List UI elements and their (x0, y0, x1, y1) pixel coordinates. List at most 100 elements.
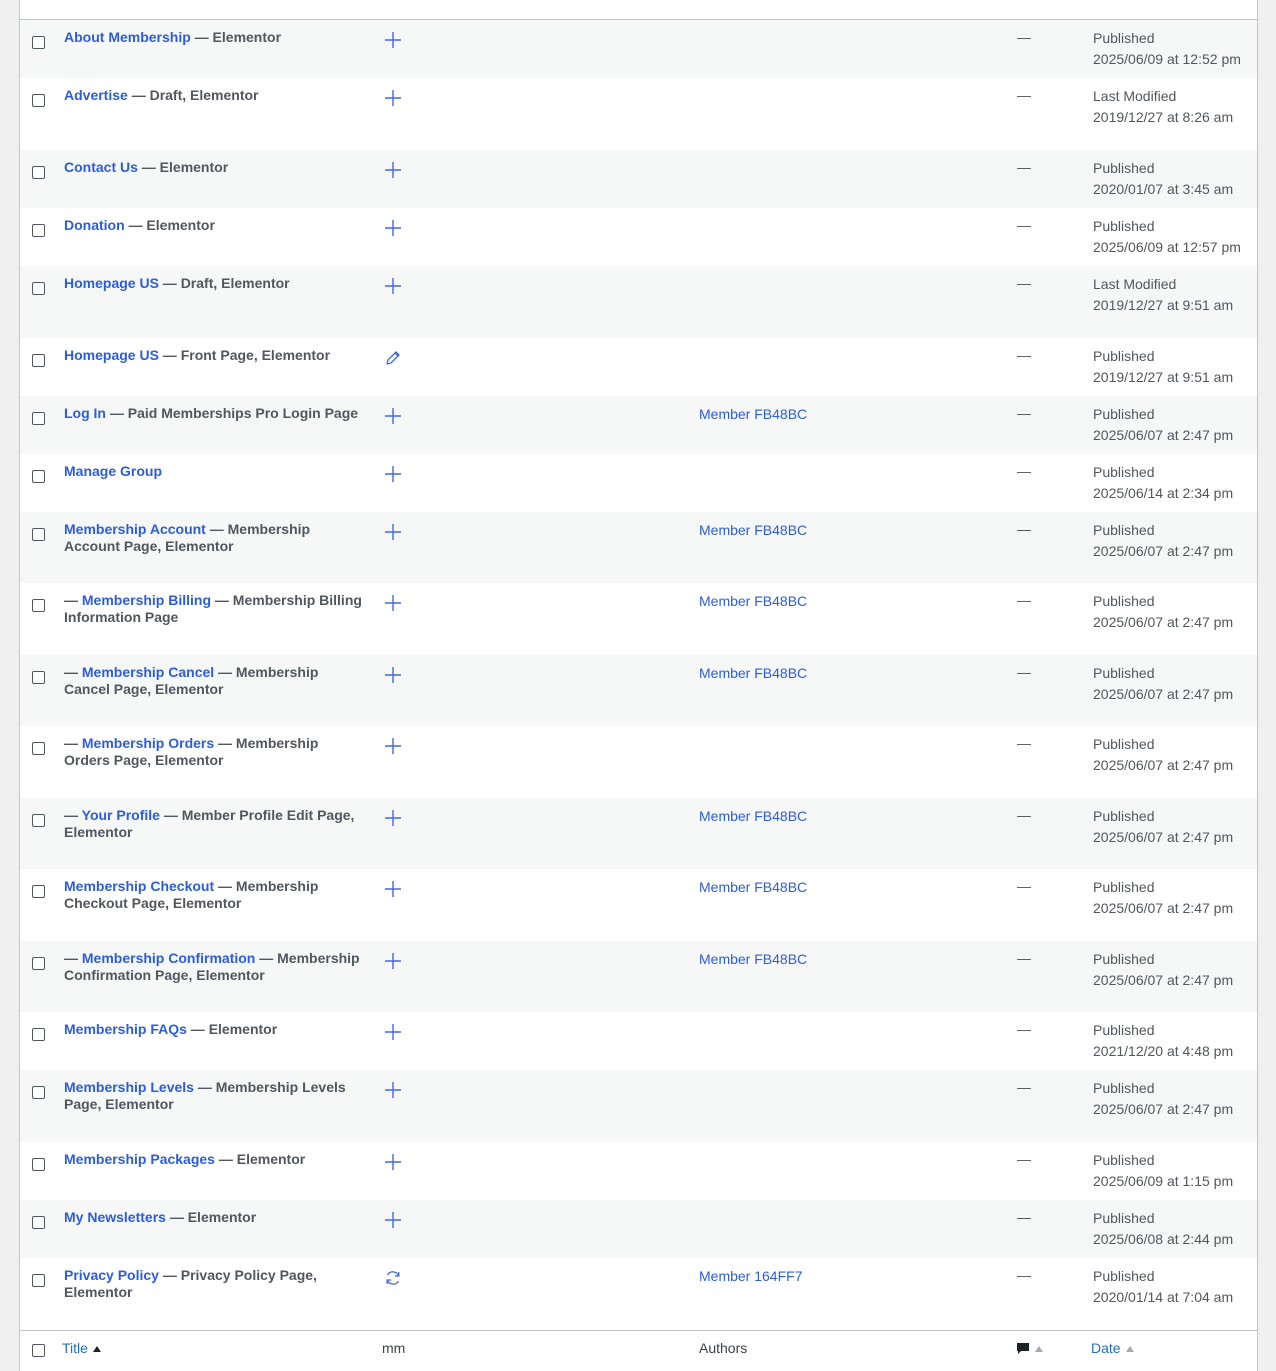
title-cell: — Your Profile — Member Profile Edit Pag… (64, 807, 364, 841)
page-title-link[interactable]: Membership Levels (64, 1079, 194, 1095)
row-checkbox[interactable] (32, 528, 45, 541)
author-link[interactable]: Member 164FF7 (699, 1268, 802, 1284)
plus-icon[interactable] (384, 523, 402, 541)
plus-icon[interactable] (384, 407, 402, 425)
page-title-link[interactable]: Membership Orders (82, 735, 214, 751)
plus-icon[interactable] (384, 31, 402, 49)
author-link[interactable]: Member FB48BC (699, 406, 807, 422)
row-checkbox[interactable] (32, 742, 45, 755)
row-checkbox[interactable] (32, 224, 45, 237)
date-cell: Published 2025/06/07 at 2:47 pm (1093, 949, 1233, 991)
author-link[interactable]: Member FB48BC (699, 808, 807, 824)
page-title-link[interactable]: Homepage US (64, 347, 159, 363)
post-state: — Elementor (186, 1021, 278, 1037)
column-comments-footer[interactable] (1016, 1340, 1043, 1356)
post-status: Published (1093, 736, 1155, 752)
title-sort-link-footer[interactable]: Title (62, 1340, 88, 1356)
post-state: — Paid Memberships Pro Login Page (106, 405, 359, 421)
row-checkbox[interactable] (32, 1086, 45, 1099)
refresh-icon[interactable] (384, 1269, 402, 1287)
table-footer: Title mm Authors Date (20, 1330, 1257, 1371)
plus-icon[interactable] (384, 1023, 402, 1041)
author-link[interactable]: Member FB48BC (699, 665, 807, 681)
row-checkbox[interactable] (32, 94, 45, 107)
page-title-link[interactable]: Contact Us (64, 159, 138, 175)
row-checkbox[interactable] (32, 36, 45, 49)
plus-icon[interactable] (384, 465, 402, 483)
plus-icon[interactable] (384, 880, 402, 898)
page-title-link[interactable]: Membership Account (64, 521, 206, 537)
plus-icon[interactable] (384, 666, 402, 684)
page-title-link[interactable]: Membership Billing (82, 592, 211, 608)
page-title-link[interactable]: Privacy Policy (64, 1267, 159, 1283)
row-checkbox[interactable] (32, 412, 45, 425)
page-title-link[interactable]: Membership FAQs (64, 1021, 187, 1037)
post-status: Published (1093, 1080, 1155, 1096)
row-checkbox[interactable] (32, 354, 45, 367)
row-checkbox[interactable] (32, 885, 45, 898)
author-link[interactable]: Member FB48BC (699, 951, 807, 967)
page-title-link[interactable]: Your Profile (82, 807, 160, 823)
row-checkbox[interactable] (32, 1158, 45, 1171)
page-title-link[interactable]: Donation (64, 217, 125, 233)
row-checkbox[interactable] (32, 1028, 45, 1041)
post-date: 2021/12/20 at 4:48 pm (1093, 1043, 1234, 1059)
page-title-link[interactable]: Advertise (64, 87, 128, 103)
plus-icon[interactable] (384, 809, 402, 827)
plus-icon[interactable] (384, 161, 402, 179)
row-checkbox[interactable] (32, 599, 45, 612)
author-link[interactable]: Member FB48BC (699, 879, 807, 895)
page-title-link[interactable]: Manage Group (64, 463, 162, 479)
plus-icon[interactable] (384, 1211, 402, 1229)
column-title-footer[interactable]: Title (62, 1340, 101, 1356)
plus-icon[interactable] (384, 594, 402, 612)
date-cell: Published 2025/06/07 at 2:47 pm (1093, 520, 1233, 562)
post-status: Published (1093, 218, 1155, 234)
table-row: Membership Checkout — Membership Checkou… (20, 869, 1257, 941)
row-checkbox[interactable] (32, 957, 45, 970)
sort-up-icon (92, 1346, 101, 1353)
plus-icon[interactable] (384, 1153, 402, 1171)
row-checkbox[interactable] (32, 1274, 45, 1287)
date-sort-link-footer[interactable]: Date (1091, 1340, 1121, 1356)
post-date: 2019/12/27 at 9:51 am (1093, 297, 1234, 313)
author-link[interactable]: Member FB48BC (699, 522, 807, 538)
post-state: — Front Page, Elementor (158, 347, 331, 363)
page-title-link[interactable]: Membership Packages (64, 1151, 215, 1167)
date-cell: Published 2025/06/07 at 2:47 pm (1093, 734, 1233, 776)
post-status: Last Modified (1093, 88, 1177, 104)
pencil-icon[interactable] (384, 349, 402, 367)
page-title-link[interactable]: Log In (64, 405, 106, 421)
table-row: About Membership — Elementor — Published 20… (20, 20, 1257, 78)
row-checkbox[interactable] (32, 282, 45, 295)
date-cell: Published 2025/06/07 at 2:47 pm (1093, 663, 1233, 705)
row-checkbox[interactable] (32, 470, 45, 483)
author-link[interactable]: Member FB48BC (699, 593, 807, 609)
row-checkbox[interactable] (32, 1216, 45, 1229)
row-checkbox[interactable] (32, 166, 45, 179)
plus-icon[interactable] (384, 219, 402, 237)
page-title-link[interactable]: Membership Cancel (82, 664, 214, 680)
post-date: 2020/01/07 at 3:45 am (1093, 181, 1234, 197)
select-all-checkbox-footer[interactable] (32, 1344, 45, 1357)
page-title-link[interactable]: Membership Confirmation (82, 950, 255, 966)
page-title-link[interactable]: About Membership (64, 29, 191, 45)
page-title-link[interactable]: Membership Checkout (64, 878, 214, 894)
comment-count: — (1017, 217, 1031, 233)
date-cell: Published 2025/06/07 at 2:47 pm (1093, 1078, 1233, 1120)
comment-count: — (1017, 29, 1031, 45)
row-checkbox[interactable] (32, 671, 45, 684)
plus-icon[interactable] (384, 89, 402, 107)
table-row: — Membership Cancel — Membership Cancel … (20, 655, 1257, 726)
plus-icon[interactable] (384, 277, 402, 295)
page-title-link[interactable]: My Newsletters (64, 1209, 166, 1225)
comment-count: — (1017, 878, 1031, 894)
page-title-link[interactable]: Homepage US (64, 275, 159, 291)
plus-icon[interactable] (384, 952, 402, 970)
plus-icon[interactable] (384, 737, 402, 755)
row-checkbox[interactable] (32, 814, 45, 827)
column-date-footer[interactable]: Date (1091, 1340, 1134, 1356)
plus-icon[interactable] (384, 1081, 402, 1099)
post-status: Published (1093, 522, 1155, 538)
title-cell: Membership Account — Membership Account … (64, 521, 364, 555)
